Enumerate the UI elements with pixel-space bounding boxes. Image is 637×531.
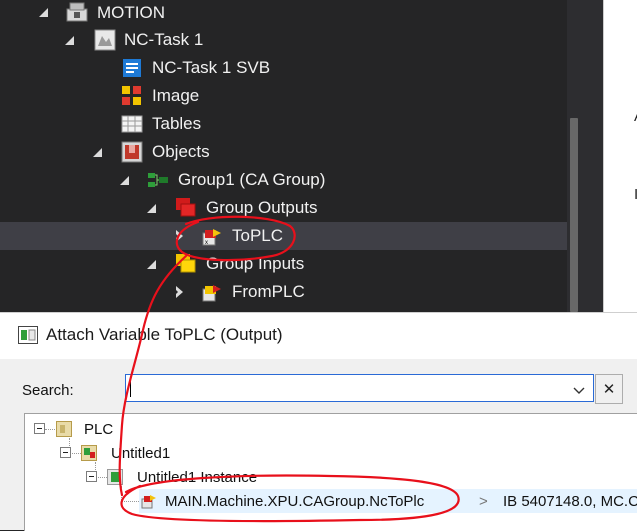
tree-node-label: Image [152, 86, 200, 105]
tree-node-untitled1[interactable]: Untitled1 [25, 441, 275, 465]
tree-node-motion[interactable]: MOTION [0, 0, 567, 28]
tree-node-label: Tables [152, 114, 202, 133]
window-icon [18, 326, 38, 344]
expand-icon[interactable] [145, 202, 157, 214]
text-caret [130, 379, 131, 397]
tree-node-label: Group1 (CA Group) [178, 170, 326, 189]
expand-icon[interactable] [173, 286, 185, 298]
tree-node-nc-task-1-svb[interactable]: NC-Task 1 SVB [0, 54, 567, 82]
search-label: Search: [22, 382, 74, 399]
expand-icon[interactable] [37, 6, 49, 18]
group-outputs-icon [175, 197, 197, 219]
project-icon [81, 445, 97, 461]
variable-name: MAIN.Machine.XPU.CAGroup.NcToPlc [165, 493, 425, 510]
instance-icon [107, 469, 123, 485]
input-variable-icon [201, 281, 223, 303]
close-icon: ✕ [602, 381, 616, 398]
tree-node-untitled1-instance[interactable]: Untitled1 Instance [25, 465, 345, 489]
image-icon [121, 85, 143, 107]
tree-node-label: ToPLC [232, 226, 284, 245]
nc-task-icon [94, 29, 116, 51]
tables-icon [121, 113, 143, 135]
variable-row-nctoplc[interactable]: MAIN.Machine.XPU.CAGroup.NcToPlc > IB 54… [139, 489, 637, 513]
tree-node-label: NC-Task 1 SVB [152, 58, 271, 77]
tree-node-label: Group Inputs [206, 254, 305, 273]
tree-node-tables[interactable]: Tables [0, 110, 567, 138]
dialog-titlebar[interactable]: Attach Variable ToPLC (Output) [0, 313, 637, 359]
chevron-down-icon[interactable] [573, 383, 585, 394]
output-variable-icon [141, 493, 157, 509]
tree-node-group-outputs[interactable]: Group Outputs [0, 194, 567, 222]
tree-node-label: Untitled1 Instance [137, 469, 258, 486]
type-glyph: > [479, 493, 488, 510]
tree-node-label: Untitled1 [111, 445, 171, 462]
tree-node-label: Objects [152, 142, 210, 161]
collapse-icon[interactable] [60, 447, 71, 458]
motion-icon [66, 1, 88, 23]
expand-icon[interactable] [63, 34, 75, 46]
variable-tree: PLC Untitled1 Untitled1 Instance MAIN.Ma… [24, 413, 637, 531]
plc-icon [56, 421, 72, 437]
tree-node-nc-task-1[interactable]: NC-Task 1 [0, 26, 567, 54]
search-input[interactable] [125, 374, 594, 402]
svg-text:x: x [205, 240, 208, 246]
tree-node-group-inputs[interactable]: Group Inputs [0, 250, 567, 278]
collapse-icon[interactable] [86, 471, 97, 482]
ca-group-icon [147, 169, 169, 191]
tree-node-toplc[interactable]: x ToPLC [0, 222, 567, 250]
variable-address: IB 5407148.0, MC.C [503, 493, 637, 510]
panel-splitter[interactable] [581, 0, 603, 312]
tree-node-label: NC-Task 1 [124, 30, 204, 49]
clear-search-button[interactable]: ✕ [595, 374, 623, 404]
tree-node-objects[interactable]: Objects [0, 138, 567, 166]
tree-node-label: FromPLC [232, 282, 305, 301]
svb-icon [121, 57, 143, 79]
tree-node-label: MOTION [97, 3, 165, 22]
tree-node-label: Group Outputs [206, 198, 318, 217]
properties-panel: A I [603, 0, 637, 312]
attach-variable-dialog: Attach Variable ToPLC (Output) Search: ✕… [0, 312, 637, 531]
group-inputs-icon [175, 253, 197, 275]
tree-node-image[interactable]: Image [0, 82, 567, 110]
tree-node-plc[interactable]: PLC [25, 417, 225, 441]
tree-node-group1[interactable]: Group1 (CA Group) [0, 166, 567, 194]
scrollbar-thumb[interactable] [570, 118, 578, 312]
tree-node-label: PLC [84, 421, 114, 438]
output-variable-icon: x [201, 225, 223, 247]
dialog-title: Attach Variable ToPLC (Output) [46, 325, 283, 344]
expand-icon[interactable] [118, 174, 130, 186]
explorer-scrollbar[interactable] [567, 0, 581, 312]
tree-node-fromplc[interactable]: FromPLC [0, 278, 567, 306]
expand-icon[interactable] [145, 258, 157, 270]
solution-explorer: MOTION NC-Task 1 NC-Task 1 SVB Image Tab… [0, 0, 581, 312]
expand-icon[interactable] [91, 146, 103, 158]
expand-icon[interactable] [173, 230, 185, 242]
objects-icon [121, 141, 143, 163]
collapse-icon[interactable] [34, 423, 45, 434]
